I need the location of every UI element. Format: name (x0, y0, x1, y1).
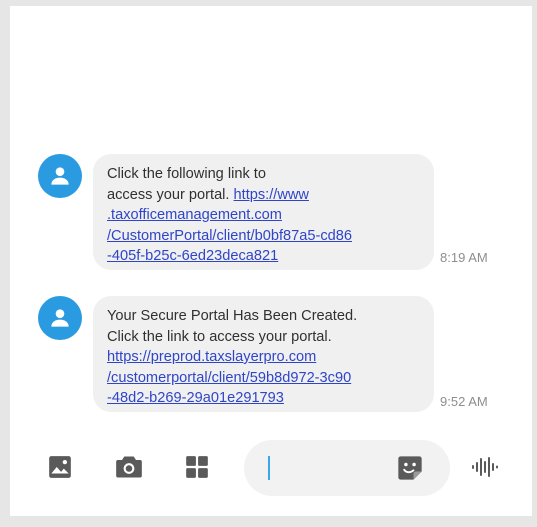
grid-icon (186, 456, 208, 478)
person-icon (51, 167, 69, 185)
message-text-line: Click the following link to (107, 166, 266, 182)
portal-link[interactable]: .taxofficemanagement.com (107, 205, 426, 226)
camera-button[interactable] (112, 450, 146, 484)
message-input[interactable] (264, 452, 388, 486)
message-thread-screen: Click the following link to access your … (10, 6, 532, 516)
sticker-button[interactable] (396, 454, 424, 482)
gallery-button[interactable] (43, 450, 77, 484)
message-timestamp: 8:19 AM (440, 250, 488, 265)
voice-message-button[interactable] (468, 450, 502, 484)
portal-link[interactable]: https://preprod.taxslayerpro.com (107, 347, 426, 368)
portal-link[interactable]: /customerportal/client/59b8d972-3c90 (107, 368, 426, 389)
portal-link[interactable]: -405f-b25c-6ed23deca821 (107, 246, 426, 267)
message-text-line: Click the link to access your portal. (107, 328, 332, 345)
portal-link[interactable]: /CustomerPortal/client/b0bf87a5-cd86 (107, 226, 426, 247)
avatar[interactable] (38, 296, 82, 340)
message-text-line: Your Secure Portal Has Been Created. (107, 308, 358, 324)
message-bubble[interactable]: Your Secure Portal Has Been Created. Cli… (93, 296, 434, 412)
text-caret (268, 456, 270, 480)
sticker-icon (398, 456, 422, 480)
message-timestamp: 9:52 AM (440, 394, 488, 409)
image-icon (49, 456, 71, 478)
portal-link[interactable]: -48d2-b269-29a01e291793 (107, 388, 426, 409)
portal-link[interactable]: https://www (234, 187, 309, 203)
avatar[interactable] (38, 154, 82, 198)
more-options-button[interactable] (180, 450, 214, 484)
person-icon (51, 309, 69, 327)
message-row: Your Secure Portal Has Been Created. Cli… (10, 296, 532, 414)
voice-wave-icon (472, 457, 498, 477)
message-text-line: access your portal. https://www (107, 185, 426, 206)
camera-icon (116, 456, 142, 478)
message-bubble[interactable]: Click the following link to access your … (93, 154, 434, 270)
message-row: Click the following link to access your … (10, 154, 532, 272)
message-input-container[interactable] (244, 440, 450, 496)
message-composer (10, 436, 532, 500)
message-text: access your portal. (107, 186, 234, 203)
